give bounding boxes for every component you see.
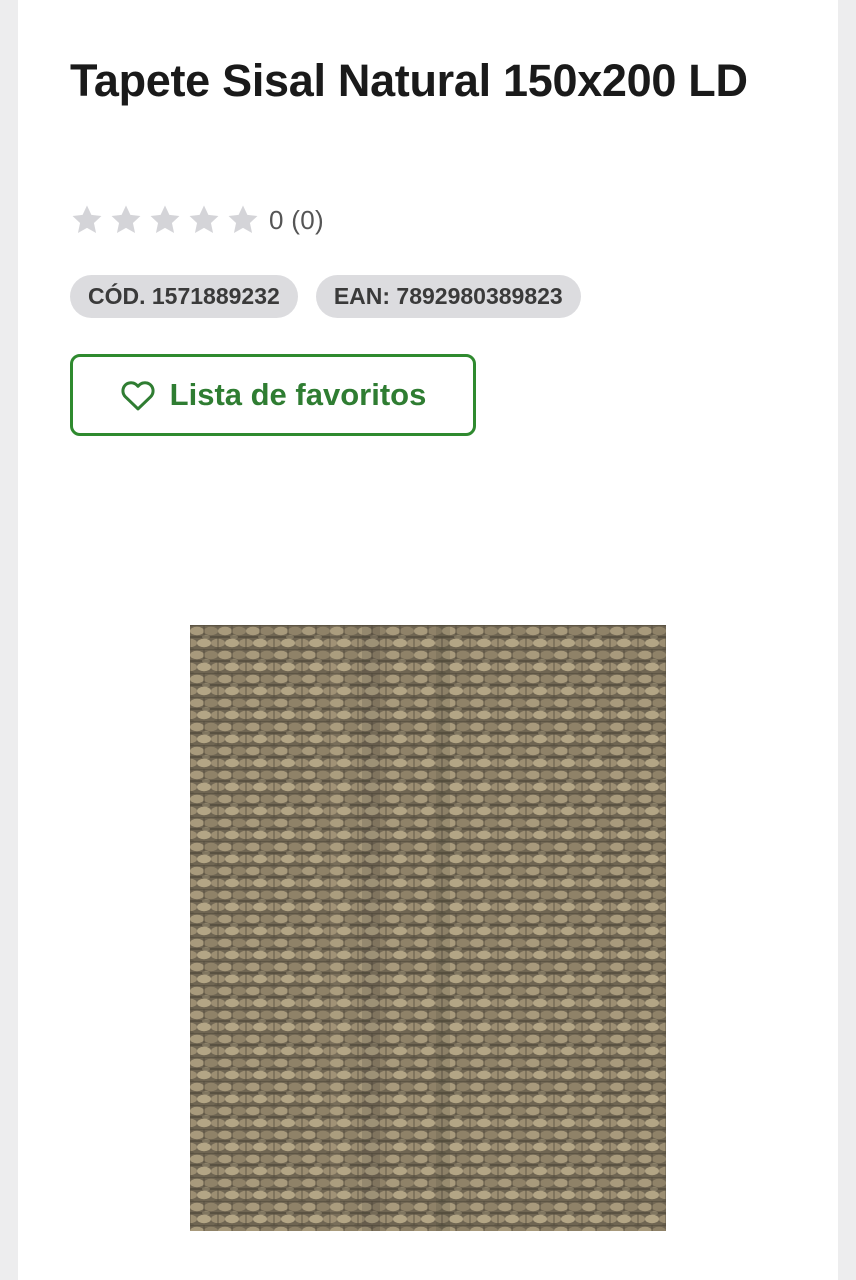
product-codes: CÓD. 1571889232 EAN: 7892980389823: [70, 275, 599, 318]
star-icon: [150, 205, 180, 234]
product-image[interactable]: [190, 625, 666, 1231]
rating-stars: [70, 203, 265, 237]
star-icon: [189, 205, 219, 234]
product-card: Tapete Sisal Natural 150x200 LD 0 (0) CÓ…: [18, 0, 838, 1280]
rating-count: 0 (0): [269, 204, 324, 235]
heart-outline-icon: [121, 381, 155, 411]
rating-row[interactable]: 0 (0): [70, 200, 324, 240]
product-title: Tapete Sisal Natural 150x200 LD: [70, 55, 748, 106]
star-icon: [228, 205, 258, 234]
star-icon: [72, 205, 102, 234]
cod-badge: CÓD. 1571889232: [70, 275, 298, 318]
favorites-button[interactable]: Lista de favoritos: [70, 354, 476, 436]
star-icon: [111, 205, 141, 234]
ean-badge: EAN: 7892980389823: [315, 275, 581, 318]
favorites-button-label: Lista de favoritos: [169, 377, 427, 412]
